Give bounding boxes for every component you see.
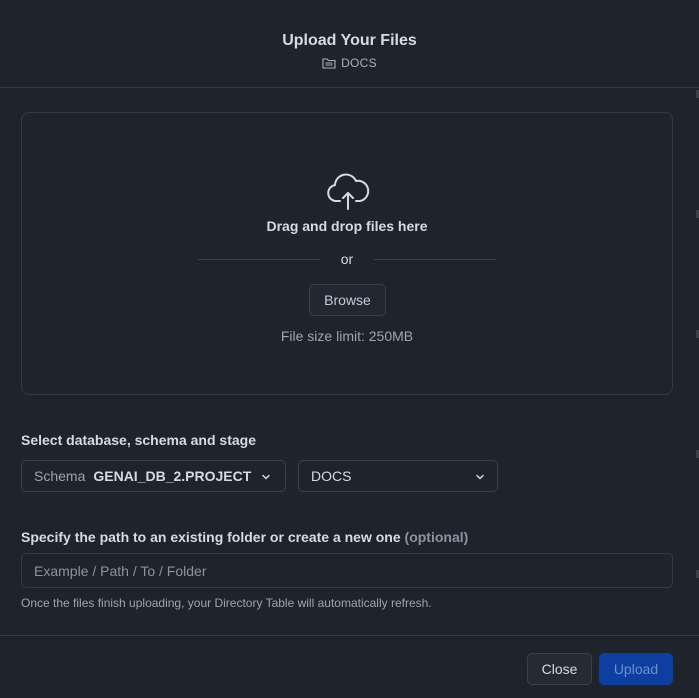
- browse-button[interactable]: Browse: [309, 284, 386, 316]
- close-button[interactable]: Close: [527, 653, 592, 685]
- optional-tag: (optional): [404, 529, 469, 545]
- drag-drop-text: Drag and drop files here: [266, 218, 428, 234]
- folder-path-input[interactable]: [21, 553, 673, 588]
- stage-value: DOCS: [311, 468, 352, 484]
- location-label: Select database, schema and stage: [21, 432, 256, 448]
- path-label-text: Specify the path to an existing folder o…: [21, 529, 401, 545]
- modal-footer: Close Upload: [0, 635, 699, 698]
- stage-select[interactable]: DOCS: [298, 460, 498, 492]
- modal-title: Upload Your Files: [282, 32, 417, 49]
- schema-select[interactable]: Schema GENAI_DB_2.PROJECT: [21, 460, 286, 492]
- cloud-upload-icon: [327, 173, 370, 210]
- file-dropzone[interactable]: Drag and drop files here or Browse File …: [21, 112, 673, 395]
- schema-prefix: Schema: [34, 468, 86, 484]
- refresh-hint: Once the files finish uploading, your Di…: [21, 596, 432, 610]
- modal-header: Upload Your Files DOCS: [0, 0, 699, 88]
- upload-button[interactable]: Upload: [599, 653, 673, 685]
- folder-icon: [322, 58, 336, 69]
- chevron-down-icon: [476, 474, 484, 480]
- schema-value: GENAI_DB_2.PROJECT: [93, 468, 252, 484]
- file-size-limit: File size limit: 250MB: [280, 328, 414, 344]
- path-label: Specify the path to an existing folder o…: [21, 529, 468, 545]
- or-text: or: [340, 251, 354, 267]
- stage-subtitle: DOCS: [0, 56, 699, 70]
- chevron-down-icon: [262, 474, 270, 480]
- stage-name: DOCS: [341, 56, 377, 70]
- divider-right: [374, 259, 496, 260]
- upload-modal: Upload Your Files DOCS Drag and drop fil…: [0, 0, 699, 698]
